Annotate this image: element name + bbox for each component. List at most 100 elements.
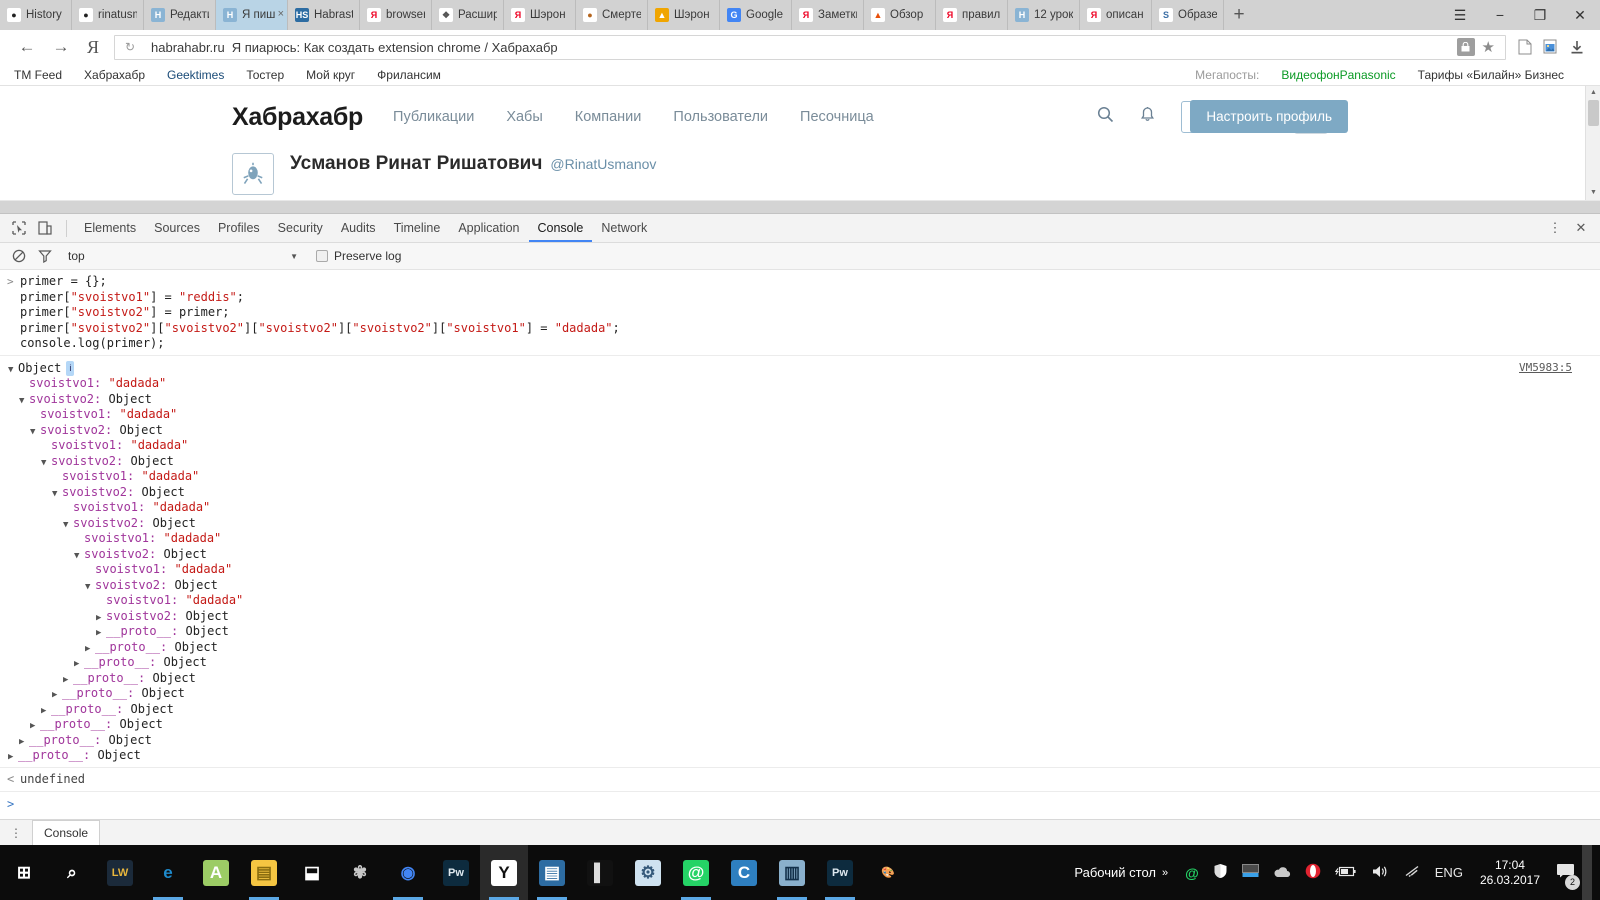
drawer-more-icon[interactable]: ⋮ — [6, 826, 26, 840]
disclosure-triangle-icon[interactable] — [8, 750, 18, 766]
android-studio-button[interactable]: A — [192, 845, 240, 900]
coreldraw-button[interactable]: C — [720, 845, 768, 900]
inspect-element-icon[interactable] — [6, 216, 32, 240]
terminal-button[interactable]: ▌ — [576, 845, 624, 900]
show-desktop-button[interactable] — [1582, 845, 1592, 900]
bookmark-toster[interactable]: Тостер — [246, 68, 284, 82]
object-tree-row[interactable]: __proto__: Object — [0, 640, 1600, 656]
battery-icon[interactable] — [1334, 865, 1357, 881]
browser-tab[interactable]: Я Шэрон — [504, 0, 576, 30]
object-tree-row[interactable]: svoistvo2: Object — [0, 454, 1600, 470]
bookmark-beeline-tariffs[interactable]: Тарифы «Билайн» Бизнес — [1418, 68, 1564, 82]
scroll-up-arrow[interactable]: ▲ — [1586, 86, 1600, 100]
whatsapp-tray-icon[interactable]: @ — [1185, 865, 1199, 881]
drawer-tab-console[interactable]: Console — [32, 820, 101, 845]
browser-tab[interactable]: ▲ Шэрон — [648, 0, 720, 30]
object-tree[interactable]: Objectisvoistvo1: "dadada"svoistvo2: Obj… — [0, 360, 1600, 764]
close-window-button[interactable]: ✕ — [1560, 0, 1600, 30]
preserve-log-checkbox[interactable] — [316, 250, 328, 262]
site-nav-hubs[interactable]: Хабы — [506, 109, 542, 125]
tab-profiles[interactable]: Profiles — [209, 214, 269, 242]
tab-sources[interactable]: Sources — [145, 214, 209, 242]
wifi-icon[interactable] — [1403, 864, 1421, 881]
yandex-logo-icon[interactable]: Я — [78, 33, 108, 61]
browser-tab[interactable]: HS Habrast — [288, 0, 360, 30]
back-button[interactable]: ← — [10, 33, 44, 61]
object-tree-row[interactable]: svoistvo2: Object — [0, 485, 1600, 501]
object-tree-row[interactable]: __proto__: Object — [0, 655, 1600, 671]
bookmark-geektimes[interactable]: Geektimes — [167, 68, 224, 82]
chrome-button[interactable]: ◉ — [384, 845, 432, 900]
settings-gear-button[interactable]: ⚙ — [624, 845, 672, 900]
browser-tab[interactable]: H Редакти — [144, 0, 216, 30]
notepad-button[interactable]: ▤ — [528, 845, 576, 900]
whatsapp-button[interactable]: @ — [672, 845, 720, 900]
clear-console-icon[interactable] — [6, 244, 32, 268]
bookmark-videofon-panasonic[interactable]: ВидеофонPanasonic — [1281, 68, 1395, 82]
bookmark-habrahabr[interactable]: Хабрахабр — [84, 68, 145, 82]
settings-profile-button[interactable]: Настроить профиль — [1190, 100, 1348, 133]
browser-tab[interactable]: Яправил — [936, 0, 1008, 30]
object-tree-row[interactable]: __proto__: Object — [0, 748, 1600, 764]
new-tab-button[interactable]: + — [1224, 0, 1254, 30]
browser-tab[interactable]: ❖ Расшир — [432, 0, 504, 30]
tab-application[interactable]: Application — [449, 214, 528, 242]
chevron-down-icon[interactable]: ▼ — [290, 252, 298, 261]
lingualeo-button[interactable]: LW — [96, 845, 144, 900]
object-tree-row[interactable]: svoistvo1: "dadada" — [0, 593, 1600, 609]
tab-console[interactable]: Console — [528, 214, 593, 242]
object-tree-row[interactable]: Objecti — [0, 360, 1600, 376]
tab-timeline[interactable]: Timeline — [385, 214, 450, 242]
browser-tab[interactable]: ▲ Обзор — [864, 0, 936, 30]
object-tree-row[interactable]: svoistvo1: "dadada" — [0, 376, 1600, 392]
lock-icon[interactable] — [1456, 38, 1475, 56]
scroll-down-arrow[interactable]: ▼ — [1586, 186, 1600, 200]
forward-button[interactable]: → — [44, 33, 78, 61]
desktop-label[interactable]: Рабочий стол — [1074, 865, 1156, 880]
site-logo[interactable]: Хабрахабр — [232, 103, 363, 132]
defender-icon[interactable] — [1213, 863, 1228, 882]
tab-security[interactable]: Security — [269, 214, 332, 242]
object-tree-row[interactable]: svoistvo1: "dadada" — [0, 438, 1600, 454]
tab-close-icon[interactable]: × — [278, 8, 284, 20]
scrollbar-thumb[interactable] — [1588, 100, 1599, 126]
onedrive-icon[interactable] — [1273, 865, 1291, 881]
monitor-button[interactable]: ▥ — [768, 845, 816, 900]
action-center-icon[interactable]: 2 — [1556, 862, 1580, 890]
bookmark-frilansim[interactable]: Фрилансим — [377, 68, 441, 82]
object-tree-row[interactable]: svoistvo2: Object — [0, 516, 1600, 532]
browser-tab[interactable]: G Google — [720, 0, 792, 30]
yandex-browser-button[interactable]: Y — [480, 845, 528, 900]
devtools-more-icon[interactable]: ⋮ — [1542, 216, 1568, 240]
sketch-button[interactable]: ✾ — [336, 845, 384, 900]
search-icon[interactable] — [1097, 106, 1114, 128]
clock[interactable]: 17:04 26.03.2017 — [1480, 858, 1540, 888]
maximize-button[interactable]: ❐ — [1520, 0, 1560, 30]
browser-tab[interactable]: Я Заметки — [792, 0, 864, 30]
site-nav-users[interactable]: Пользователи — [673, 109, 768, 125]
object-tree-row[interactable]: __proto__: Object — [0, 671, 1600, 687]
object-tree-row[interactable]: __proto__: Object — [0, 733, 1600, 749]
object-tree-row[interactable]: svoistvo2: Object — [0, 423, 1600, 439]
start-button[interactable]: ⊞ — [0, 845, 48, 900]
browser-tab[interactable]: H Я пиш × — [216, 0, 288, 30]
reader-icon[interactable] — [1512, 33, 1538, 61]
object-tree-row[interactable]: svoistvo2: Object — [0, 609, 1600, 625]
device-toolbar-icon[interactable] — [32, 216, 58, 240]
keyboard-icon[interactable] — [1241, 864, 1259, 881]
object-tree-row[interactable]: __proto__: Object — [0, 702, 1600, 718]
console-output[interactable]: > primer = {}; primer["svoistvo1"] = "red… — [0, 270, 1600, 818]
object-tree-row[interactable]: __proto__: Object — [0, 717, 1600, 733]
browser-tab[interactable]: ● Смерте — [576, 0, 648, 30]
object-tree-row[interactable]: __proto__: Object — [0, 686, 1600, 702]
site-nav-companies[interactable]: Компании — [575, 109, 642, 125]
download-icon[interactable] — [1564, 33, 1590, 61]
page-scrollbar[interactable]: ▲ ▼ — [1585, 86, 1600, 200]
browser-tab[interactable]: H 12 урок — [1008, 0, 1080, 30]
profile-handle[interactable]: @RinatUsmanov — [550, 156, 656, 172]
browser-tab[interactable]: ● rinatusm — [72, 0, 144, 30]
bookmark-star-icon[interactable]: ★ — [1482, 38, 1495, 56]
devtools-close-icon[interactable]: ✕ — [1568, 216, 1594, 240]
execution-context-select[interactable]: top ▼ — [58, 249, 298, 263]
address-bar[interactable]: ↻ habrahabr.ru Я пиарюсь: Как создать ex… — [114, 34, 1506, 60]
